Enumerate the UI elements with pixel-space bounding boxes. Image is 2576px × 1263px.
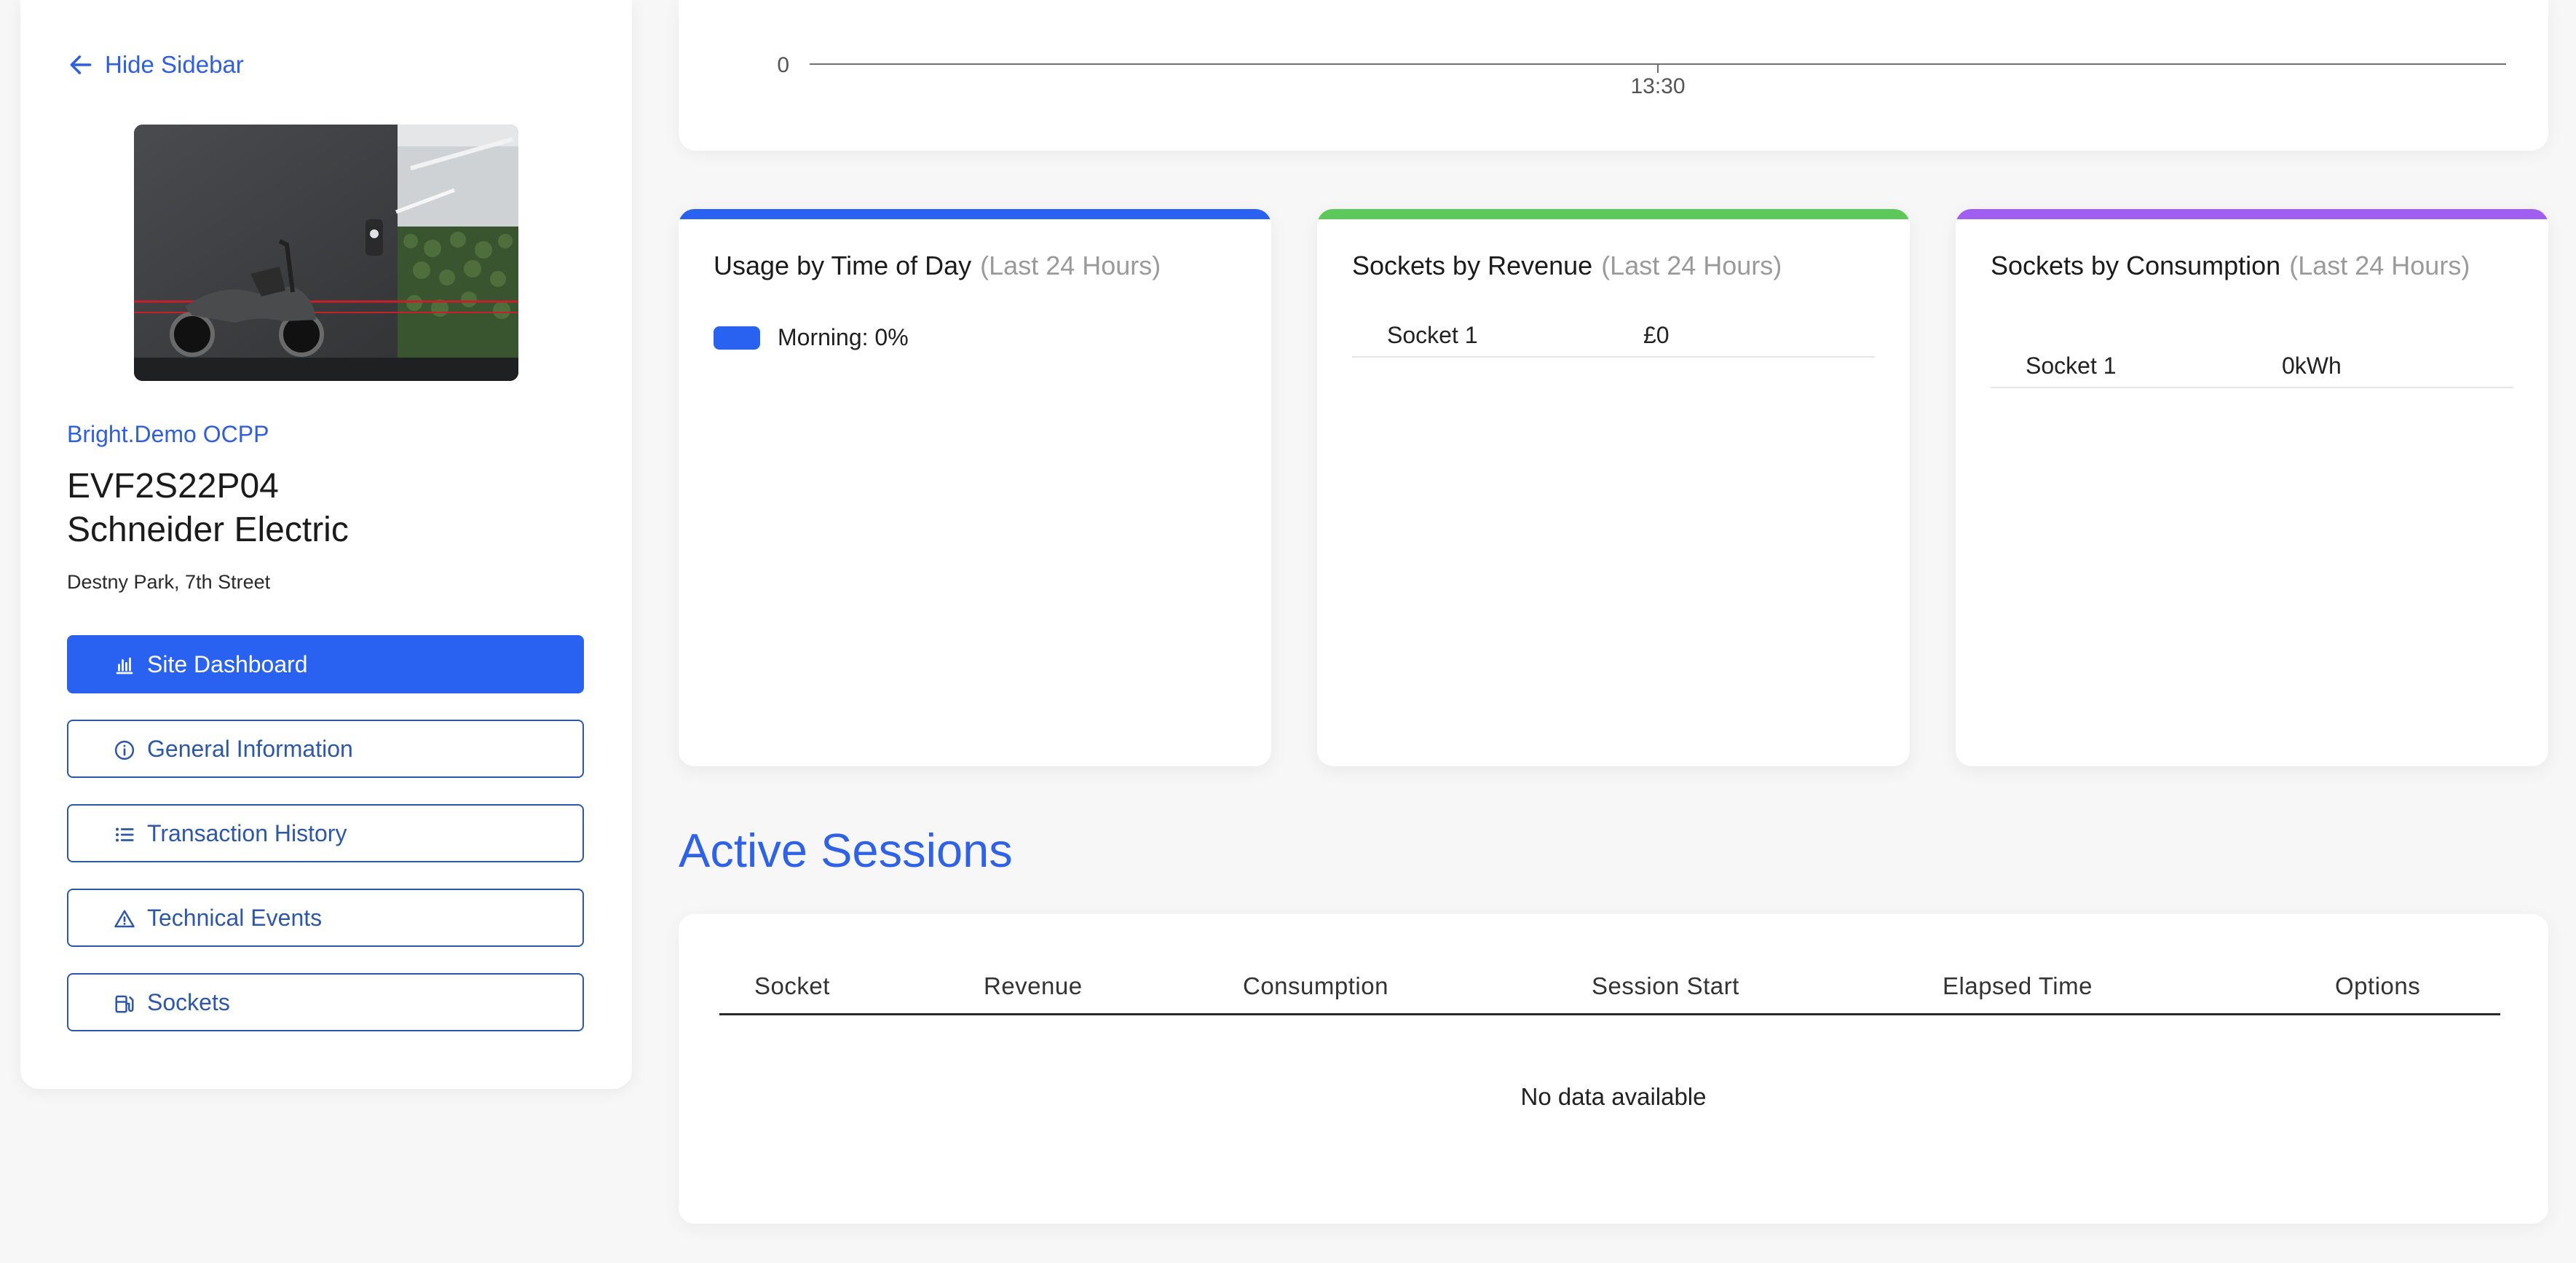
card-accent-bar [679, 209, 1271, 219]
empty-state-message: No data available [1520, 1083, 1707, 1110]
nav-transaction-history[interactable]: Transaction History [67, 804, 584, 862]
x-tick-label: 13:30 [1630, 74, 1685, 98]
card-accent-bar [1317, 209, 1910, 219]
nav-label: General Information [147, 735, 353, 762]
header-divider [719, 1013, 2500, 1015]
card-accent-bar [1956, 209, 2548, 219]
card-subtitle: (Last 24 Hours) [1601, 251, 1782, 280]
column-header-consumption[interactable]: Consumption [1243, 972, 1388, 1000]
charger-icon [115, 995, 134, 1013]
table-row: Socket 1 0kWh [1991, 345, 2513, 388]
card-title-text: Sockets by Revenue [1352, 251, 1593, 280]
active-sessions-heading: Active Sessions [679, 824, 1013, 877]
operator-name: Bright.Demo OCPP [67, 421, 269, 447]
card-title: Usage by Time of Day (Last 24 Hours) [714, 250, 1236, 282]
column-header-socket[interactable]: Socket [754, 972, 830, 1000]
arrow-left-icon [70, 55, 92, 74]
usage-by-time-card: Usage by Time of Day (Last 24 Hours) Morn… [679, 209, 1271, 766]
socket-name: Socket 1 [1387, 321, 1478, 348]
card-title-text: Sockets by Consumption [1991, 251, 2281, 280]
nav-technical-events[interactable]: Technical Events [67, 889, 584, 947]
sidebar: Hide Sidebar Bright.Demo OCPP EVF2S22P04… [20, 0, 632, 1089]
socket-revenue: £0 [1643, 321, 1670, 348]
warning-icon [114, 910, 135, 928]
nav-label: Sockets [147, 988, 230, 1015]
charger-photo [134, 125, 518, 381]
hide-sidebar-label: Hide Sidebar [105, 51, 244, 78]
y-tick-label: 0 [777, 53, 789, 77]
table-row: Socket 1 £0 [1352, 314, 1875, 358]
charger-title: EVF2S22P04 Schneider Electric [67, 465, 349, 552]
card-title: Sockets by Consumption (Last 24 Hours) [1991, 250, 2513, 282]
sockets-by-consumption-card: Sockets by Consumption (Last 24 Hours) So… [1956, 209, 2548, 766]
charger-id: EVF2S22P04 [67, 467, 279, 505]
column-header-revenue[interactable]: Revenue [984, 972, 1083, 1000]
legend-item[interactable]: Morning: 0% [714, 324, 909, 351]
active-sessions-table: Socket Revenue Consumption Session Start… [679, 914, 2548, 1224]
nav-label: Transaction History [147, 819, 347, 846]
info-icon [114, 740, 135, 760]
hide-sidebar-link[interactable]: Hide Sidebar [67, 51, 244, 79]
legend-swatch [714, 326, 760, 350]
card-title: Sockets by Revenue (Last 24 Hours) [1352, 250, 1875, 282]
nav-label: Site Dashboard [147, 650, 308, 677]
card-subtitle: (Last 24 Hours) [980, 251, 1161, 280]
revenue-table: Socket 1 £0 [1352, 314, 1875, 358]
column-header-options[interactable]: Options [2335, 972, 2420, 1000]
column-header-session-start[interactable]: Session Start [1592, 972, 1739, 1000]
socket-name: Socket 1 [2026, 352, 2117, 379]
card-subtitle: (Last 24 Hours) [2289, 251, 2470, 280]
nav-site-dashboard[interactable]: Site Dashboard [67, 635, 584, 693]
sockets-by-revenue-card: Sockets by Revenue (Last 24 Hours) Socket… [1317, 209, 1910, 766]
card-title-text: Usage by Time of Day [714, 251, 972, 280]
charger-address: Destny Park, 7th Street [67, 571, 271, 593]
consumption-table: Socket 1 0kWh [1991, 345, 2513, 388]
usage-chart-card: 0 13:30 [679, 0, 2548, 151]
list-icon [116, 827, 134, 842]
legend-label: Morning: 0% [778, 324, 909, 350]
nav-general-information[interactable]: General Information [67, 720, 584, 778]
socket-consumption: 0kWh [2282, 352, 2342, 379]
usage-line-chart: 0 13:30 [777, 53, 2506, 98]
column-header-elapsed-time[interactable]: Elapsed Time [1943, 972, 2093, 1000]
charger-manufacturer: Schneider Electric [67, 511, 349, 549]
nav-label: Technical Events [147, 904, 323, 931]
nav-sockets[interactable]: Sockets [67, 973, 584, 1031]
bar-chart-icon [116, 657, 133, 674]
